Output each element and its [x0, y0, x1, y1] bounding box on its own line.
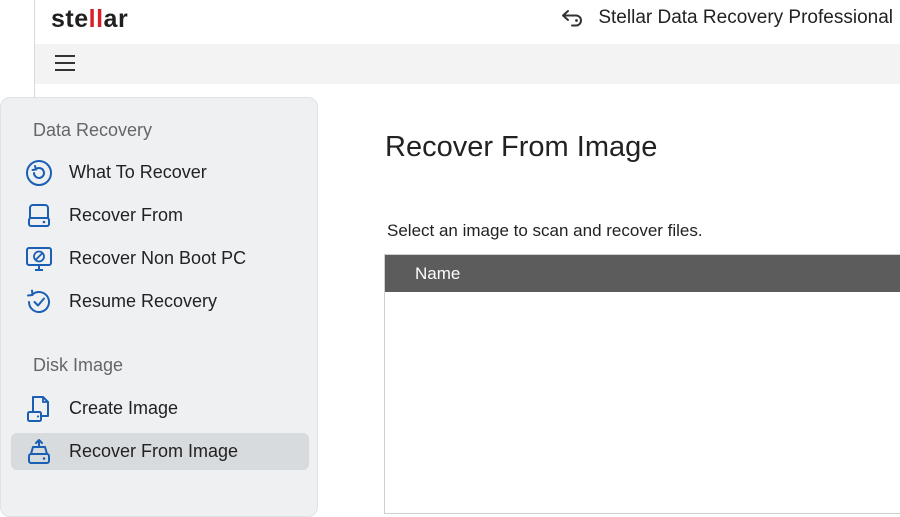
sidebar-item-label: Resume Recovery	[69, 291, 218, 311]
sidebar-item-label: Create Image	[69, 398, 179, 418]
logo-text-start: ste	[51, 5, 89, 33]
hamburger-menu-icon[interactable]	[53, 52, 77, 74]
sidebar-item-recover-from[interactable]: Recover From	[11, 197, 309, 234]
sidebar-item-recover-from-image[interactable]: Recover From Image	[11, 433, 309, 470]
recover-image-icon	[28, 438, 50, 464]
app-title: Stellar Data Recovery Professional	[598, 7, 893, 28]
instructions-text: Select an image to scan and recover file…	[387, 221, 703, 240]
sidebar-item-recover-non-boot-pc[interactable]: Recover Non Boot PC	[11, 240, 309, 277]
app-title-group: Stellar Data Recovery Professional	[560, 7, 893, 29]
sidebar-item-resume-recovery[interactable]: Resume Recovery	[11, 283, 309, 320]
page-title: Recover From Image	[385, 131, 658, 163]
sidebar-item-label: Recover From Image	[69, 441, 239, 461]
logo-text-end: ar	[103, 5, 129, 33]
sidebar: Data Recovery What To Recover Recover Fr…	[0, 97, 318, 517]
image-file-table[interactable]: Name	[384, 254, 900, 514]
sidebar-item-label: Recover From	[69, 205, 184, 225]
section-title-data-recovery: Data Recovery	[33, 120, 153, 140]
undo-arrow-icon[interactable]	[560, 8, 586, 28]
recover-target-icon	[26, 159, 52, 186]
section-title-disk-image: Disk Image	[33, 355, 124, 375]
column-header-name[interactable]: Name	[415, 264, 460, 284]
table-header: Name	[385, 255, 900, 292]
sidebar-item-label: What To Recover	[69, 162, 207, 182]
sidebar-item-label: Recover Non Boot PC	[69, 248, 247, 268]
resume-check-icon	[27, 289, 50, 313]
sidebar-item-create-image[interactable]: Create Image	[11, 390, 309, 427]
logo-text-accent: ll	[88, 5, 104, 33]
monitor-disc-icon	[26, 246, 52, 271]
drive-icon	[28, 203, 50, 227]
create-image-icon	[27, 395, 49, 422]
stellar-logo: stellar	[51, 5, 128, 34]
sidebar-item-what-to-recover[interactable]: What To Recover	[11, 154, 309, 191]
title-bar: stellar Stellar Data Recovery Profession…	[35, 0, 900, 40]
toolbar	[35, 44, 900, 84]
